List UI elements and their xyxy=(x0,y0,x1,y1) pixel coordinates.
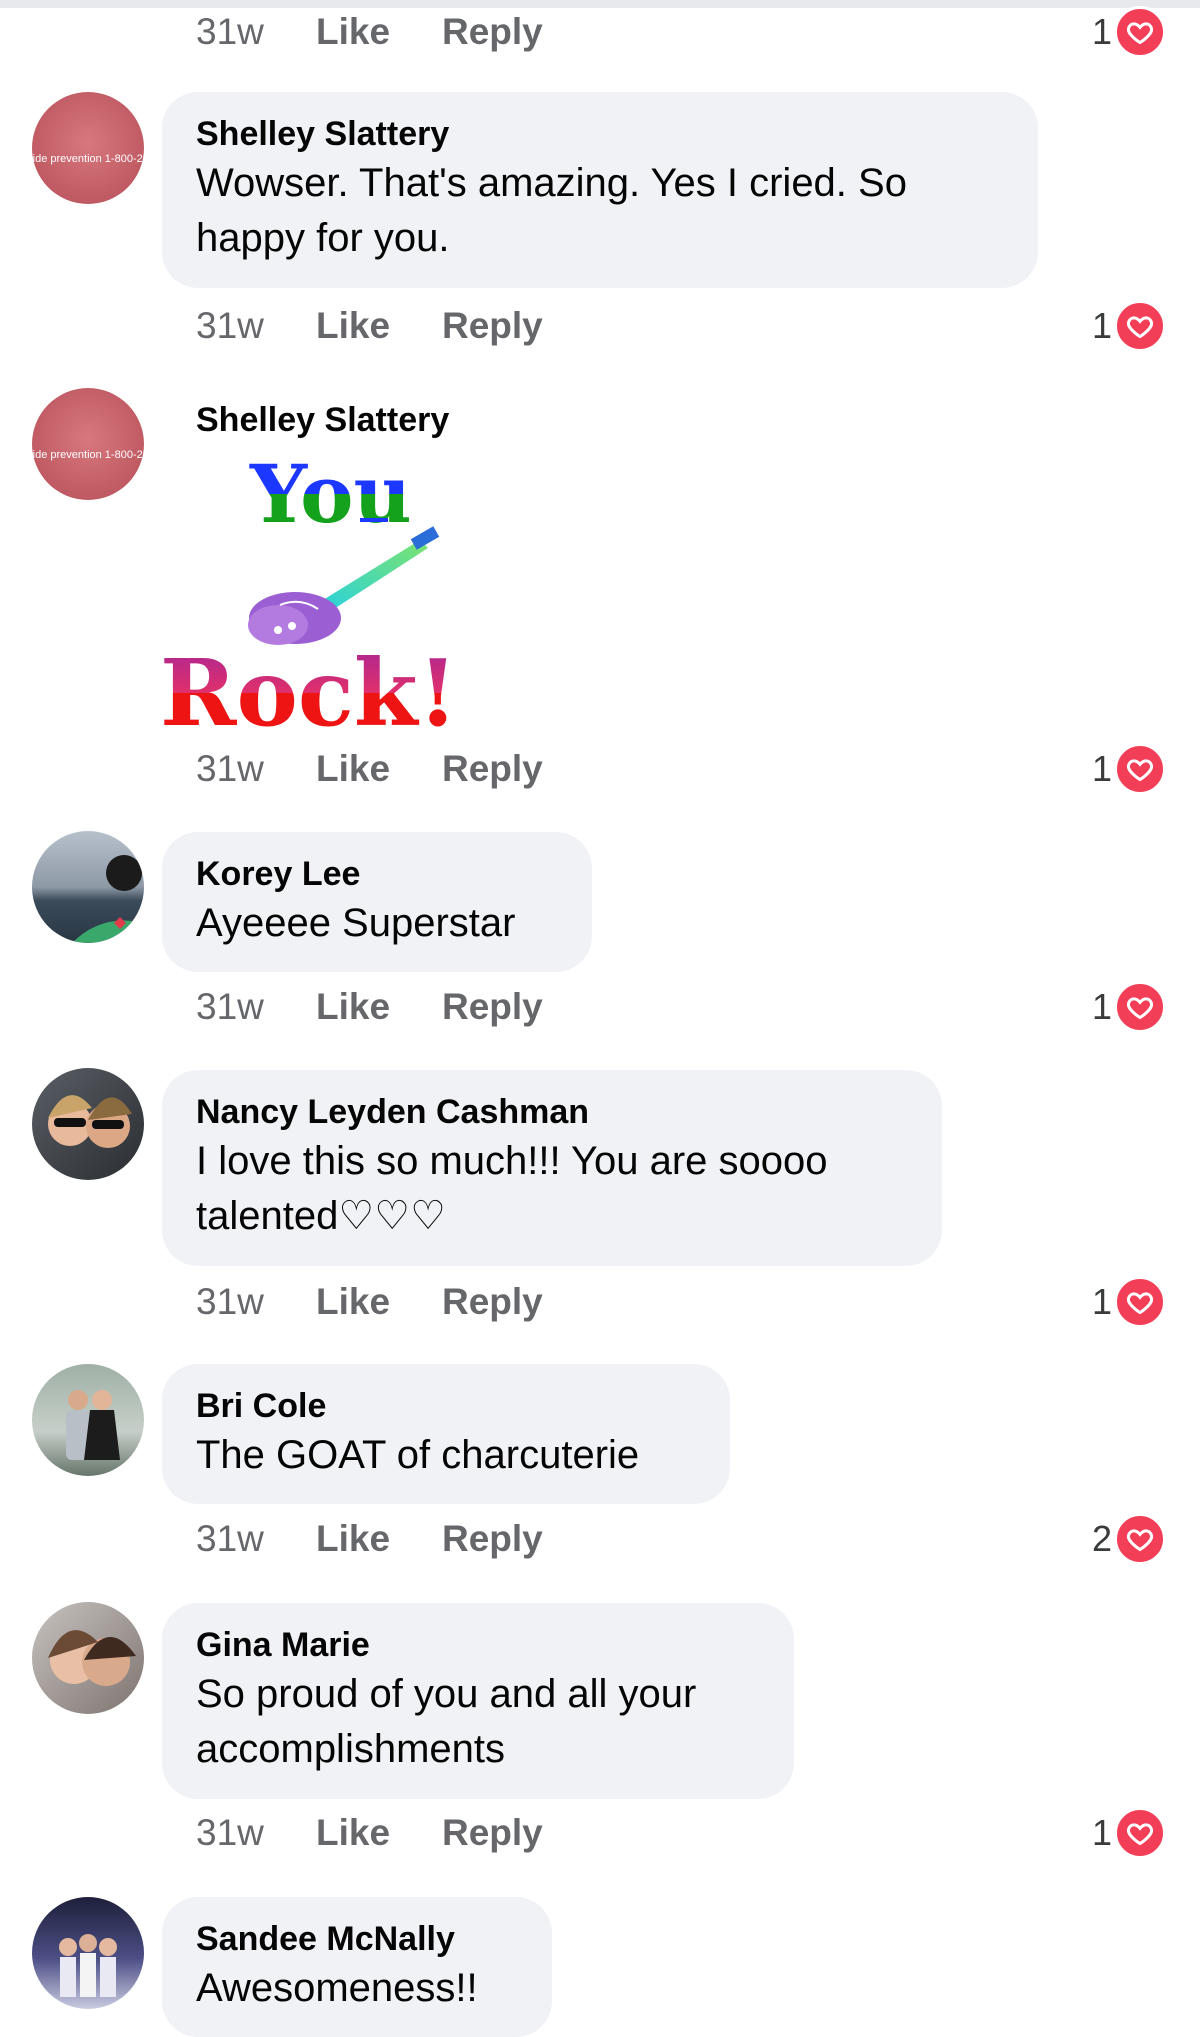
like-button[interactable]: Like xyxy=(316,302,390,350)
reaction-count: 1 xyxy=(1091,11,1112,52)
comment-bubble: Bri Cole The GOAT of charcuterie xyxy=(162,1364,730,1504)
reaction-summary[interactable]: 1 xyxy=(1091,743,1166,795)
comment-text: I love this so much!!! You are soooo tal… xyxy=(196,1139,828,1238)
avatar[interactable] xyxy=(32,1068,144,1180)
you-rock-sticker: You Rock! xyxy=(160,440,480,747)
comment-timestamp: 31w xyxy=(196,986,264,1027)
comment-text: Awesomeness!! xyxy=(196,1966,478,2010)
like-button[interactable]: Like xyxy=(316,1278,390,1326)
comment-author[interactable]: Korey Lee xyxy=(196,852,558,896)
comment-text: Ayeeee Superstar xyxy=(196,901,516,945)
comment-timestamp: 31w xyxy=(196,1281,264,1322)
reaction-count: 1 xyxy=(1091,748,1112,789)
reaction-count: 1 xyxy=(1091,986,1112,1027)
avatar[interactable] xyxy=(32,1602,144,1714)
heart-reaction-icon xyxy=(1114,1807,1166,1859)
reaction-count: 1 xyxy=(1091,1812,1112,1853)
comment-author[interactable]: Shelley Slattery xyxy=(196,398,449,442)
comment-meta-row: 31w Like Reply 1 xyxy=(196,981,1166,1033)
avatar[interactable]: Suicide prevention 1-800-273-8 xyxy=(32,92,144,204)
comment-bubble: Gina Marie So proud of you and all your … xyxy=(162,1603,794,1799)
reaction-summary[interactable]: 2 xyxy=(1091,1513,1166,1565)
avatar[interactable]: Suicide prevention 1-800-273-8 xyxy=(32,388,144,500)
like-button[interactable]: Like xyxy=(316,745,390,793)
comment-bubble: Korey Lee Ayeeee Superstar xyxy=(162,832,592,972)
reaction-summary[interactable]: 1 xyxy=(1091,6,1166,58)
like-button[interactable]: Like xyxy=(316,1809,390,1857)
comment-meta-row: 31w Like Reply 2 xyxy=(196,1513,1166,1565)
reply-button[interactable]: Reply xyxy=(442,302,543,350)
comment-bubble: Nancy Leyden Cashman I love this so much… xyxy=(162,1070,942,1266)
sticker-word-rock: Rock! xyxy=(160,639,458,730)
avatar-image xyxy=(72,855,144,943)
comment-meta-row: 31w Like Reply 1 xyxy=(196,1807,1166,1859)
like-button[interactable]: Like xyxy=(316,983,390,1031)
heart-reaction-icon xyxy=(1114,743,1166,795)
comment-meta-row: 31w Like Reply 1 xyxy=(196,300,1166,352)
heart-reaction-icon xyxy=(1114,300,1166,352)
comment-bubble: Sandee McNally Awesomeness!! xyxy=(162,1897,552,2037)
heart-reaction-icon xyxy=(1114,1513,1166,1565)
comment-meta-row: 31w Like Reply 1 xyxy=(196,743,1166,795)
reply-button[interactable]: Reply xyxy=(442,8,543,56)
comment-author[interactable]: Bri Cole xyxy=(196,1384,696,1428)
comment-timestamp: 31w xyxy=(196,1812,264,1853)
avatar-image: Suicide prevention 1-800-273-8 xyxy=(32,449,144,461)
reaction-summary[interactable]: 1 xyxy=(1091,981,1166,1033)
comment-bubble: Shelley Slattery Wowser. That's amazing.… xyxy=(162,92,1038,288)
avatar-image: Suicide prevention 1-800-273-8 xyxy=(32,153,144,165)
heart-reaction-icon xyxy=(1114,1276,1166,1328)
like-button[interactable]: Like xyxy=(316,1515,390,1563)
avatar[interactable] xyxy=(32,1897,144,2009)
reply-button[interactable]: Reply xyxy=(442,983,543,1031)
reply-button[interactable]: Reply xyxy=(442,1809,543,1857)
avatar[interactable] xyxy=(32,1364,144,1476)
avatar-image xyxy=(48,1630,136,1686)
avatar-caption: Suicide prevention 1-800-273-8 xyxy=(32,449,144,461)
heart-reaction-icon xyxy=(1114,6,1166,58)
avatar-caption: Suicide prevention 1-800-273-8 xyxy=(32,153,144,165)
comment-text: So proud of you and all your accomplishm… xyxy=(196,1672,697,1771)
reaction-summary[interactable]: 1 xyxy=(1091,1807,1166,1859)
like-button[interactable]: Like xyxy=(316,8,390,56)
reaction-count: 2 xyxy=(1091,1518,1112,1559)
comment-timestamp: 31w xyxy=(196,305,264,346)
reply-button[interactable]: Reply xyxy=(442,1515,543,1563)
avatar[interactable] xyxy=(32,831,144,943)
comment-meta-row: 31w Like Reply 1 xyxy=(196,6,1166,58)
reaction-count: 1 xyxy=(1091,305,1112,346)
comment-timestamp: 31w xyxy=(196,748,264,789)
reply-button[interactable]: Reply xyxy=(442,1278,543,1326)
comment-author[interactable]: Sandee McNally xyxy=(196,1917,518,1961)
comment-text: Wowser. That's amazing. Yes I cried. So … xyxy=(196,161,907,260)
comment-author[interactable]: Gina Marie xyxy=(196,1623,760,1667)
avatar-image xyxy=(48,1095,132,1148)
reaction-summary[interactable]: 1 xyxy=(1091,1276,1166,1328)
avatar-image xyxy=(59,1934,117,1997)
sticker-word-you: You xyxy=(249,447,412,541)
comment-timestamp: 31w xyxy=(196,11,264,52)
reaction-summary[interactable]: 1 xyxy=(1091,300,1166,352)
comment-text: The GOAT of charcuterie xyxy=(196,1433,640,1477)
reply-button[interactable]: Reply xyxy=(442,745,543,793)
comment-timestamp: 31w xyxy=(196,1518,264,1559)
comment-meta-row: 31w Like Reply 1 xyxy=(196,1276,1166,1328)
heart-reaction-icon xyxy=(1114,981,1166,1033)
comment-author[interactable]: Nancy Leyden Cashman xyxy=(196,1090,908,1134)
reaction-count: 1 xyxy=(1091,1281,1112,1322)
comment-author[interactable]: Shelley Slattery xyxy=(196,112,1004,156)
top-divider xyxy=(0,0,1200,8)
avatar-image xyxy=(66,1390,120,1460)
